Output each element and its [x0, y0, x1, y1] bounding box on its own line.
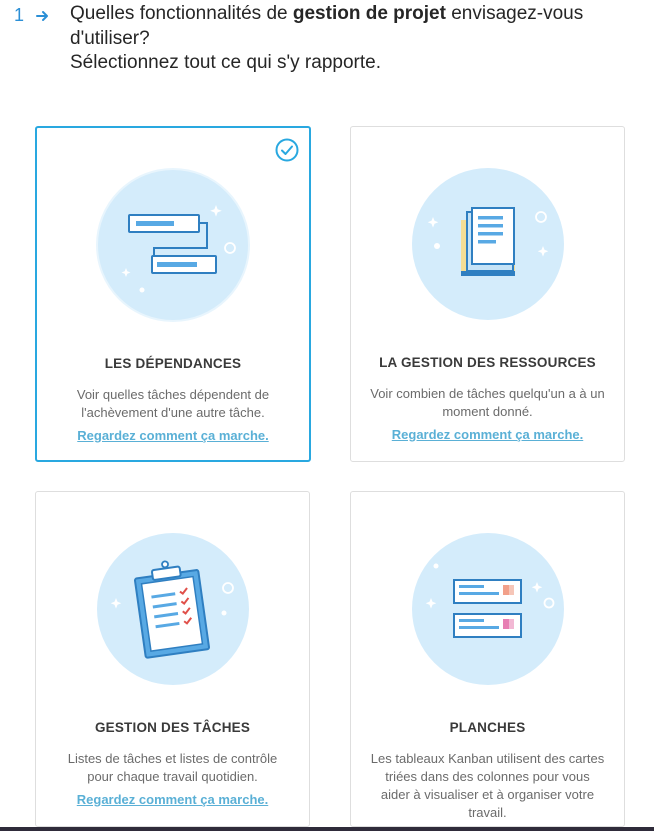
question-header: 1 Quelles fonctionnalités de gestion de …: [0, 0, 654, 90]
card-description: Les tableaux Kanban utilisent des cartes…: [370, 751, 605, 820]
option-card-boards[interactable]: PLANCHES Les tableaux Kanban utilisent d…: [350, 491, 625, 827]
bottom-bar: [0, 827, 654, 831]
dependencies-icon: [96, 168, 250, 322]
option-card-resources[interactable]: LA GESTION DES RESSOURCES Voir combien d…: [350, 126, 625, 462]
clipboard-checklist-icon: [96, 533, 249, 685]
how-it-works-link[interactable]: Regardez comment ça marche.: [36, 792, 309, 807]
card-title: PLANCHES: [449, 720, 526, 735]
how-it-works-link[interactable]: Regardez comment ça marche.: [351, 427, 624, 442]
card-title: GESTION DES TÂCHES: [94, 720, 251, 735]
resources-icon: [411, 168, 564, 320]
card-title: LA GESTION DES RESSOURCES: [379, 355, 596, 370]
question-number: 1: [14, 5, 25, 25]
question-text: Quelles fonctionnalités de gestion de pr…: [70, 2, 650, 76]
option-card-dependencies[interactable]: LES DÉPENDANCES Voir quelles tâches dépe…: [35, 126, 311, 462]
question-instruction: Sélectionnez tout ce qui s'y rapporte.: [70, 52, 381, 73]
arrow-right-icon: [36, 11, 48, 21]
card-description: Voir quelles tâches dépendent de l'achèv…: [76, 387, 270, 420]
option-card-task-management[interactable]: GESTION DES TÂCHES Listes de tâches et l…: [35, 491, 310, 827]
card-description: Voir combien de tâches quelqu'un a à un …: [370, 386, 605, 419]
card-title: LES DÉPENDANCES: [104, 356, 242, 371]
how-it-works-link[interactable]: Regardez comment ça marche.: [37, 428, 309, 443]
checkmark-circle-icon: [275, 138, 299, 162]
question-text-bold: gestion de projet: [292, 3, 446, 24]
question-text-start: Quelles fonctionnalités de: [70, 3, 293, 24]
kanban-board-icon: [411, 533, 564, 685]
card-description: Listes de tâches et listes de contrôle p…: [67, 751, 278, 784]
